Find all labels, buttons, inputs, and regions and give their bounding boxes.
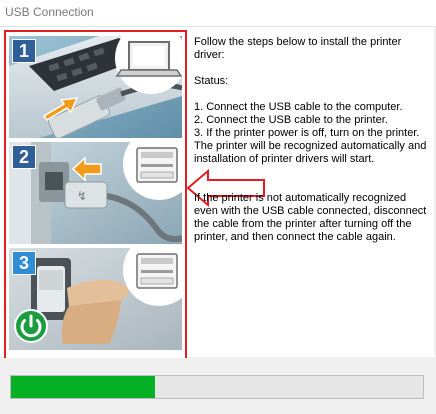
status-step-3: 3. If the printer power is off, turn on …	[194, 127, 420, 139]
instructions-text: Follow the steps below to install the pr…	[194, 36, 430, 244]
fallback-instructions: If the printer is not automatically reco…	[194, 192, 427, 243]
status-step-1: 1. Connect the USB cable to the computer…	[194, 101, 403, 113]
progress-fill	[11, 376, 156, 398]
progress-area	[0, 358, 436, 414]
step-3-badge: 3	[12, 251, 36, 275]
illustration-highlight-frame: 1 ↯ 2 3	[4, 30, 187, 366]
status-recognition: The printer will be recognized automatic…	[194, 140, 427, 165]
window-title: USB Connection	[5, 5, 94, 19]
status-label: Status:	[194, 75, 229, 87]
svg-text:↯: ↯	[77, 189, 87, 203]
dialog-content: 1 ↯ 2 3 Follow the steps below to instal…	[0, 27, 434, 366]
power-icon	[14, 309, 48, 343]
step-2-illustration: ↯ 2	[9, 142, 182, 244]
step-3-illustration: 3	[9, 248, 182, 350]
step-2-badge: 2	[12, 145, 36, 169]
instructions-intro: Follow the steps below to install the pr…	[194, 36, 402, 61]
install-progress-bar	[10, 375, 424, 399]
step-1-badge: 1	[12, 39, 36, 63]
title-bar: USB Connection	[0, 0, 436, 27]
step-1-illustration: 1	[9, 36, 182, 138]
status-step-2: 2. Connect the USB cable to the printer.	[194, 114, 388, 126]
